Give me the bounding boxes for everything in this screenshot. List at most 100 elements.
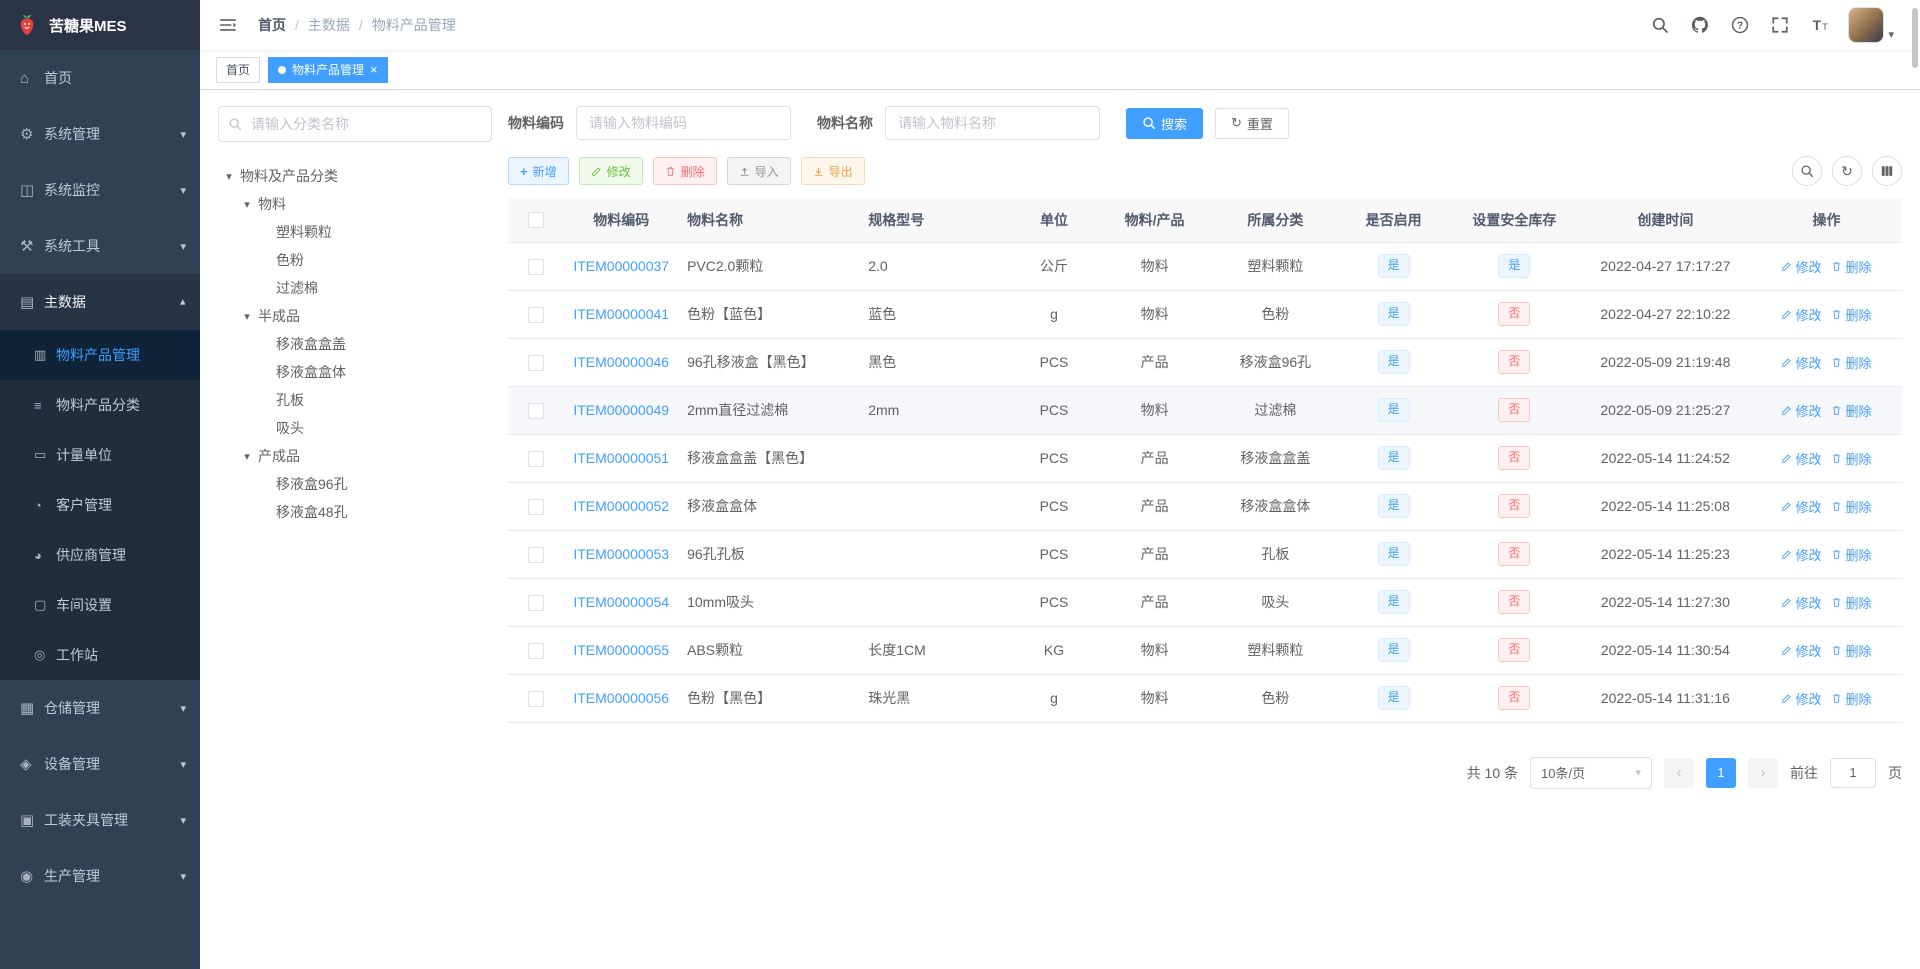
row-checkbox[interactable] <box>527 354 544 371</box>
row-checkbox[interactable] <box>527 450 544 467</box>
row-edit-link[interactable]: 修改 <box>1781 641 1821 660</box>
row-delete-link[interactable]: 删除 <box>1831 305 1871 324</box>
reset-button[interactable]: ↻ 重置 <box>1215 107 1289 139</box>
sidebar-item-5[interactable]: ▦ 仓储管理 ▾ <box>0 680 200 736</box>
row-checkbox[interactable] <box>527 498 544 515</box>
row-edit-link[interactable]: 修改 <box>1781 305 1821 324</box>
sidebar-subitem-4-4[interactable]: ◕ 供应商管理 <box>0 530 200 580</box>
tree-node[interactable]: 移液盒96孔 <box>218 470 492 498</box>
export-button[interactable]: 导出 <box>800 157 865 185</box>
row-edit-link[interactable]: 修改 <box>1781 449 1821 468</box>
breadcrumb-home[interactable]: 首页 <box>258 15 286 35</box>
sidebar-item-4[interactable]: ▤ 主数据 ▾ <box>0 274 200 330</box>
sidebar-subitem-4-2[interactable]: ▭ 计量单位 <box>0 430 200 480</box>
sidebar-item-1[interactable]: ⚙ 系统管理 ▾ <box>0 106 200 162</box>
row-delete-link[interactable]: 删除 <box>1831 641 1871 660</box>
refresh-table-button[interactable]: ↻ <box>1832 156 1862 186</box>
sidebar-item-7[interactable]: ▣ 工装夹具管理 ▾ <box>0 792 200 848</box>
row-edit-link[interactable]: 修改 <box>1781 593 1821 612</box>
sidebar-item-6[interactable]: ◈ 设备管理 ▾ <box>0 736 200 792</box>
tree-node[interactable]: 塑料颗粒 <box>218 218 492 246</box>
row-checkbox[interactable] <box>527 258 544 275</box>
row-edit-link[interactable]: 修改 <box>1781 497 1821 516</box>
tree-node[interactable]: ▾ 产成品 <box>218 442 492 470</box>
sidebar-item-8[interactable]: ◉ 生产管理 ▾ <box>0 848 200 904</box>
search-icon[interactable] <box>1648 13 1672 37</box>
row-checkbox[interactable] <box>527 306 544 323</box>
sidebar-subitem-4-0[interactable]: ▥ 物料产品管理 <box>0 330 200 380</box>
row-checkbox[interactable] <box>527 402 544 419</box>
tree-node[interactable]: 移液盒48孔 <box>218 498 492 526</box>
delete-button[interactable]: 删除 <box>652 157 717 185</box>
row-delete-link[interactable]: 删除 <box>1831 689 1871 708</box>
sidebar-subitem-4-1[interactable]: ≡ 物料产品分类 <box>0 380 200 430</box>
item-code-link[interactable]: ITEM00000046 <box>573 354 669 370</box>
add-button[interactable]: + 新增 <box>508 157 569 185</box>
item-code-link[interactable]: ITEM00000049 <box>573 402 669 418</box>
item-code-link[interactable]: ITEM00000053 <box>573 546 669 562</box>
row-checkbox[interactable] <box>527 642 544 659</box>
github-icon[interactable] <box>1688 13 1712 37</box>
row-edit-link[interactable]: 修改 <box>1781 353 1821 372</box>
hamburger-icon[interactable] <box>216 13 240 37</box>
row-delete-link[interactable]: 删除 <box>1831 545 1871 564</box>
edit-button[interactable]: 修改 <box>578 157 643 185</box>
user-menu[interactable]: ▾ <box>1848 7 1894 43</box>
row-checkbox[interactable] <box>527 546 544 563</box>
item-code-link[interactable]: ITEM00000054 <box>573 594 669 610</box>
user-avatar[interactable] <box>1848 7 1885 43</box>
search-button[interactable]: 搜索 <box>1126 107 1204 139</box>
sidebar-item-3[interactable]: ⚒ 系统工具 ▾ <box>0 218 200 274</box>
tab-home[interactable]: 首页 <box>216 56 261 83</box>
row-edit-link[interactable]: 修改 <box>1781 689 1821 708</box>
tree-node[interactable]: 孔板 <box>218 386 492 414</box>
tree-node[interactable]: ▾ 物料 <box>218 190 492 218</box>
help-icon[interactable]: ? <box>1728 13 1752 37</box>
page-number-button[interactable]: 1 <box>1706 757 1736 788</box>
column-settings-button[interactable] <box>1872 156 1902 186</box>
close-tab-icon[interactable]: × <box>370 63 378 76</box>
row-edit-link[interactable]: 修改 <box>1781 257 1821 276</box>
category-search-input[interactable] <box>218 106 492 142</box>
fullscreen-icon[interactable] <box>1768 13 1792 37</box>
font-size-icon[interactable]: TT <box>1808 13 1832 37</box>
row-edit-link[interactable]: 修改 <box>1781 401 1821 420</box>
row-delete-link[interactable]: 删除 <box>1831 401 1871 420</box>
tree-node[interactable]: 移液盒盒盖 <box>218 330 492 358</box>
row-edit-link[interactable]: 修改 <box>1781 545 1821 564</box>
item-code-link[interactable]: ITEM00000056 <box>573 690 669 706</box>
scrollbar-thumb[interactable] <box>1912 8 1918 68</box>
item-code-link[interactable]: ITEM00000055 <box>573 642 669 658</box>
page-size-select[interactable]: 10条/页 ▾ <box>1530 756 1652 789</box>
breadcrumb-masterdata[interactable]: 主数据 <box>308 15 350 35</box>
row-checkbox[interactable] <box>527 690 544 707</box>
sidebar-subitem-4-5[interactable]: ▢ 车间设置 <box>0 580 200 630</box>
next-page-button[interactable]: › <box>1748 757 1778 788</box>
tree-node[interactable]: 移液盒盒体 <box>218 358 492 386</box>
row-delete-link[interactable]: 删除 <box>1831 257 1871 276</box>
tree-node[interactable]: ▾ 半成品 <box>218 302 492 330</box>
sidebar-item-0[interactable]: ⌂ 首页 <box>0 50 200 106</box>
app-logo[interactable]: 苦糖果MES <box>0 0 200 50</box>
item-code-link[interactable]: ITEM00000037 <box>573 258 669 274</box>
row-delete-link[interactable]: 删除 <box>1831 497 1871 516</box>
item-code-link[interactable]: ITEM00000041 <box>573 306 669 322</box>
import-button[interactable]: 导入 <box>726 157 791 185</box>
toggle-search-button[interactable] <box>1792 156 1822 186</box>
goto-page-input[interactable] <box>1830 757 1876 788</box>
sidebar-item-2[interactable]: ◫ 系统监控 ▾ <box>0 162 200 218</box>
tree-node[interactable]: 吸头 <box>218 414 492 442</box>
item-code-link[interactable]: ITEM00000052 <box>573 498 669 514</box>
sidebar-subitem-4-3[interactable]: ◔ 客户管理 <box>0 480 200 530</box>
tab-material-product[interactable]: 物料产品管理 × <box>268 56 388 83</box>
select-all-checkbox[interactable] <box>527 212 544 229</box>
tree-node[interactable]: 色粉 <box>218 246 492 274</box>
prev-page-button[interactable]: ‹ <box>1664 757 1694 788</box>
tree-node[interactable]: 过滤棉 <box>218 274 492 302</box>
row-delete-link[interactable]: 删除 <box>1831 593 1871 612</box>
row-delete-link[interactable]: 删除 <box>1831 449 1871 468</box>
sidebar-subitem-4-6[interactable]: ◎ 工作站 <box>0 630 200 680</box>
tree-node[interactable]: ▾ 物料及产品分类 <box>218 162 492 190</box>
name-filter-input[interactable] <box>885 106 1100 140</box>
row-delete-link[interactable]: 删除 <box>1831 353 1871 372</box>
